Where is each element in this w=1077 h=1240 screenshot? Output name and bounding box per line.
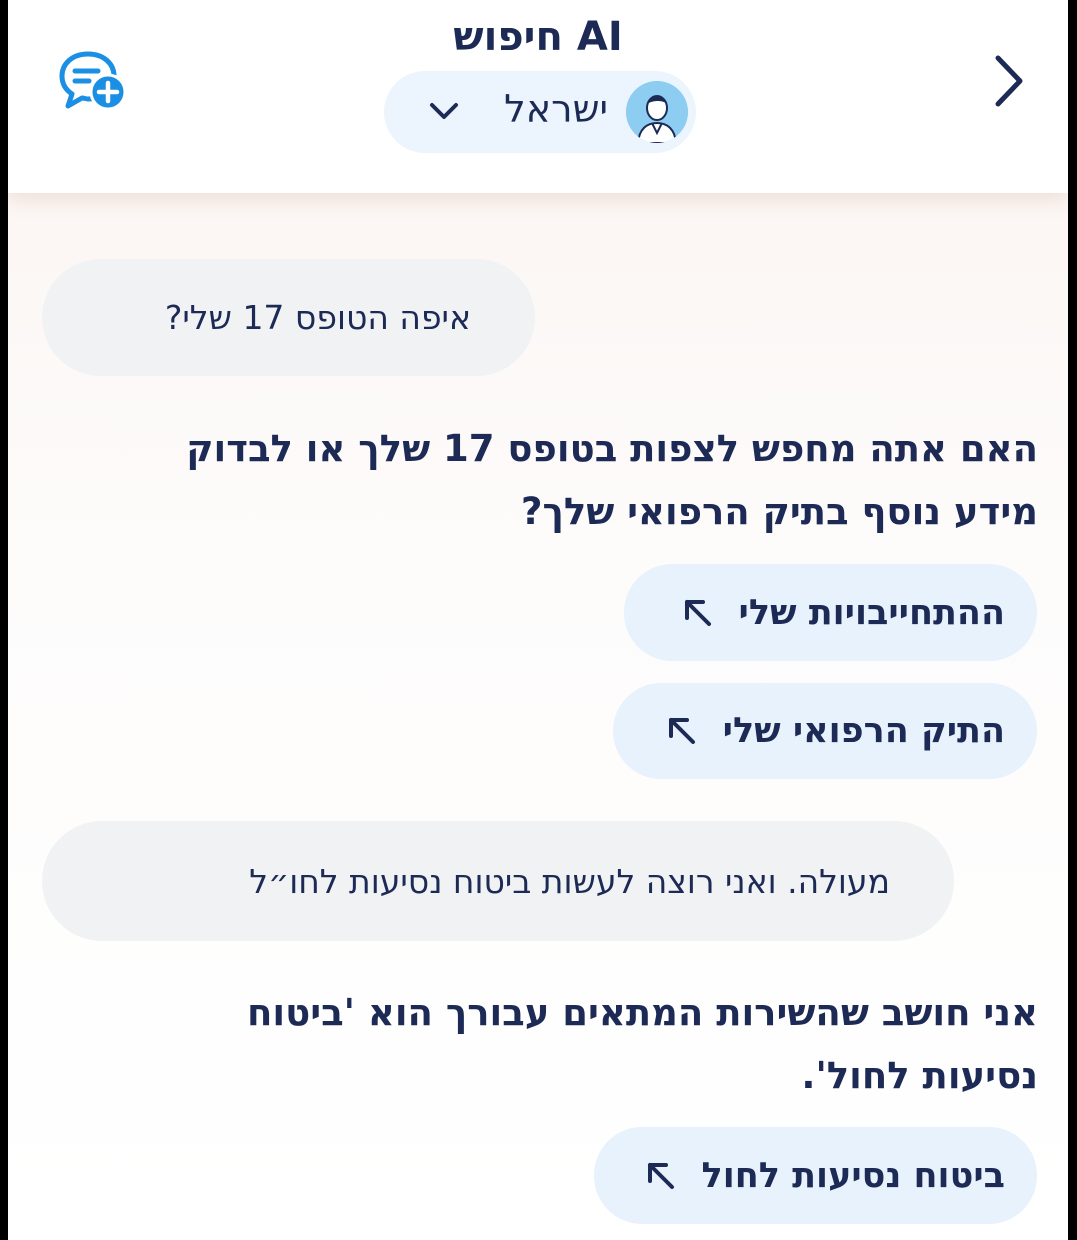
assistant-message-line: נסיעות לחול'.: [801, 1054, 1038, 1097]
chevron-down-icon: [428, 99, 460, 123]
profile-name: ישראל: [504, 87, 608, 131]
arrow-up-left-icon: [647, 1162, 674, 1189]
assistant-message: אני חושב שהשירות המתאים עבורך הוא 'ביטוח…: [48, 981, 1038, 1107]
user-message-text: איפה הטופס 17 שלי?: [164, 298, 471, 337]
suggestion-button-label: ההתחייבויות שלי: [738, 592, 1005, 633]
chat-screen: חיפוש AI ישראל איפה הטופס 17 שלי? האם את…: [8, 0, 1068, 1240]
app-header: חיפוש AI ישראל: [8, 0, 1068, 193]
arrow-up-left-icon: [684, 599, 711, 626]
suggestion-button-commitments[interactable]: ההתחייבויות שלי: [624, 564, 1037, 661]
user-message: מעולה. ואני רוצה לעשות ביטוח נסיעות לחו״…: [42, 821, 954, 941]
user-message-text: מעולה. ואני רוצה לעשות ביטוח נסיעות לחו״…: [249, 861, 890, 901]
suggestion-button-medical-file[interactable]: התיק הרפואי שלי: [613, 683, 1037, 779]
suggestion-button-travel-insurance[interactable]: ביטוח נסיעות לחול: [594, 1127, 1037, 1224]
assistant-message-line: מידע נוסף בתיק הרפואי שלך?: [521, 490, 1038, 533]
user-message: איפה הטופס 17 שלי?: [42, 259, 535, 376]
assistant-message: האם אתה מחפש לצפות בטופס 17 שלך או לבדוק…: [48, 417, 1038, 543]
chevron-right-icon[interactable]: [986, 52, 1030, 110]
arrow-up-left-icon: [668, 718, 695, 744]
suggestion-button-label: ביטוח נסיעות לחול: [701, 1155, 1005, 1196]
profile-selector[interactable]: ישראל: [384, 71, 696, 153]
assistant-message-line: אני חושב שהשירות המתאים עבורך הוא 'ביטוח: [246, 991, 1038, 1034]
suggestion-button-label: התיק הרפואי שלי: [722, 711, 1005, 751]
chat-plus-icon[interactable]: [58, 48, 130, 114]
page-title: חיפוש AI: [453, 14, 623, 60]
assistant-message-line: האם אתה מחפש לצפות בטופס 17 שלך או לבדוק: [186, 427, 1038, 470]
user-avatar-icon: [626, 81, 688, 143]
